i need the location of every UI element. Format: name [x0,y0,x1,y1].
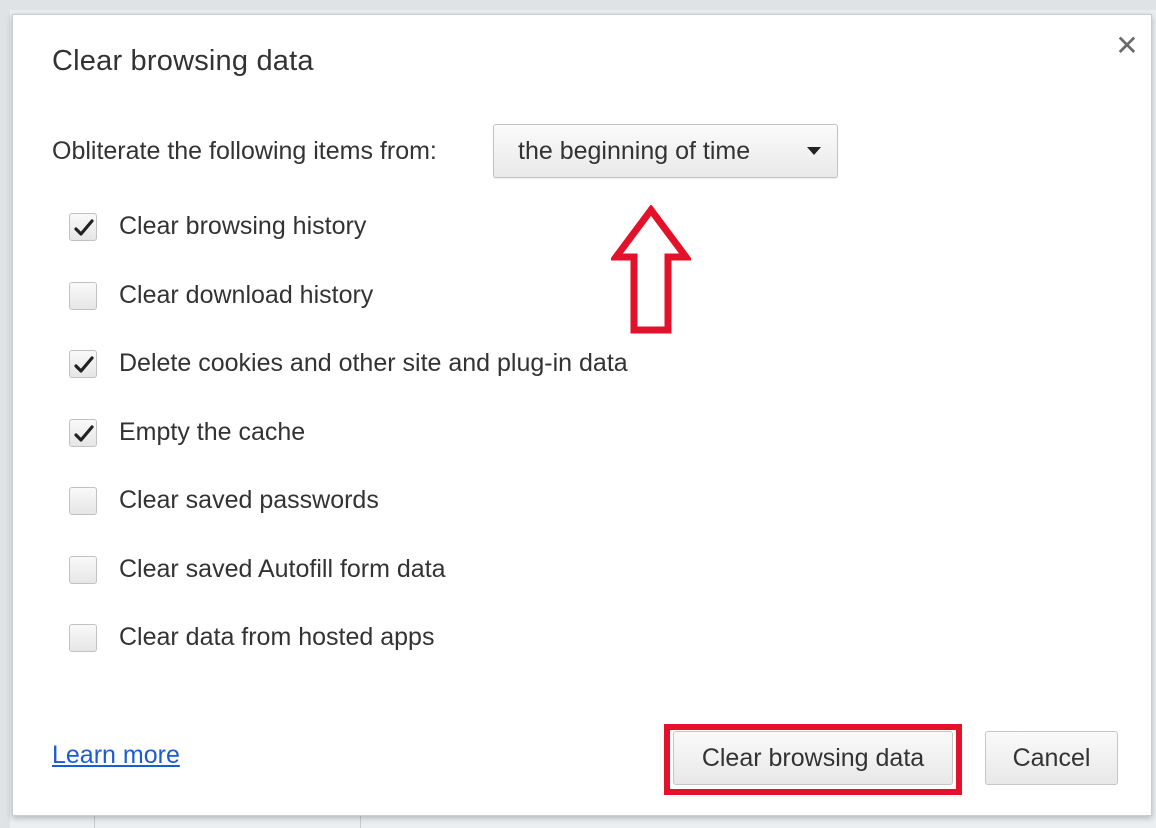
option-label: Delete cookies and other site and plug-i… [119,349,628,377]
checkbox[interactable] [69,624,97,652]
checkbox[interactable] [69,556,97,584]
time-range-select[interactable]: the beginning of time [493,124,838,178]
option-label: Clear saved passwords [119,486,379,514]
checkbox[interactable] [69,282,97,310]
close-icon[interactable]: ✕ [1112,31,1142,61]
time-range-selected-value: the beginning of time [518,137,751,165]
background-strip-left [0,0,10,828]
background-strip-top [0,0,1156,10]
checkbox[interactable] [69,487,97,515]
checkmark-icon [74,425,94,442]
option-label: Clear browsing history [119,212,367,240]
cancel-button[interactable]: Cancel [985,731,1118,785]
checkmark-icon [74,219,94,236]
up-arrow-outline-icon [611,205,691,334]
checkbox[interactable] [69,213,97,241]
caret-down-icon [807,147,821,155]
dialog-title: Clear browsing data [52,45,314,77]
clear-browsing-data-button[interactable]: Clear browsing data [673,731,953,785]
checkmark-icon [74,356,94,373]
learn-more-link[interactable]: Learn more [52,741,180,770]
time-range-label: Obliterate the following items from: [52,137,437,165]
option-label: Clear saved Autofill form data [119,555,446,583]
option-label: Clear download history [119,281,374,309]
clear-browsing-data-dialog: Clear browsing data ✕ Obliterate the fol… [12,14,1152,816]
checkbox[interactable] [69,419,97,447]
option-label: Clear data from hosted apps [119,623,435,651]
option-label: Empty the cache [119,418,306,446]
checkbox[interactable] [69,350,97,378]
